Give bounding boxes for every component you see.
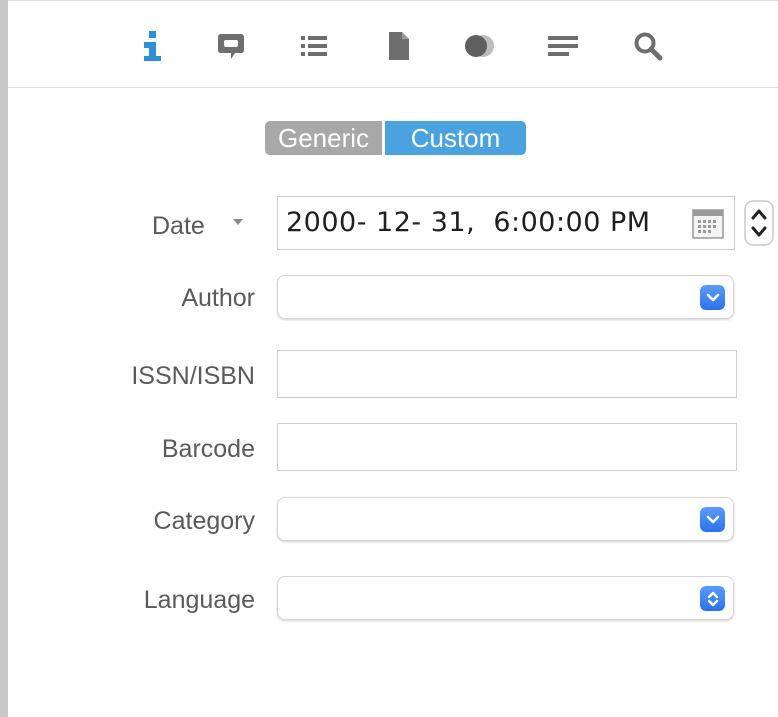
calendar-icon[interactable] bbox=[692, 209, 724, 239]
category-label: Category bbox=[153, 507, 255, 535]
issn-isbn-label: ISSN/ISBN bbox=[131, 362, 255, 390]
author-label: Author bbox=[181, 284, 255, 312]
barcode-field[interactable] bbox=[277, 423, 737, 471]
generic-custom-segmented-control: Generic Custom bbox=[265, 121, 526, 155]
chevron-down-icon[interactable] bbox=[700, 507, 725, 532]
text-lines-icon[interactable] bbox=[543, 23, 583, 69]
language-popup[interactable] bbox=[277, 576, 734, 620]
language-label: Language bbox=[143, 586, 255, 614]
date-type-dropdown-icon[interactable] bbox=[233, 219, 243, 225]
inspector-toolbar bbox=[8, 1, 778, 88]
issn-isbn-field[interactable] bbox=[277, 350, 737, 398]
chevron-down-icon[interactable] bbox=[700, 285, 725, 310]
date-value[interactable]: 2000- 12- 31, 6:00:00 PM bbox=[286, 207, 651, 238]
barcode-input[interactable] bbox=[278, 424, 736, 470]
category-popup[interactable] bbox=[277, 497, 734, 541]
window-edge bbox=[0, 0, 8, 717]
chevron-up-down-icon[interactable] bbox=[700, 586, 725, 611]
info-icon[interactable] bbox=[132, 23, 172, 69]
barcode-label: Barcode bbox=[161, 435, 255, 463]
author-popup[interactable] bbox=[277, 275, 734, 319]
date-stepper[interactable] bbox=[744, 200, 774, 246]
date-picker-field[interactable]: 2000- 12- 31, 6:00:00 PM bbox=[277, 196, 735, 250]
issn-isbn-input[interactable] bbox=[278, 351, 736, 397]
date-label: Date bbox=[152, 212, 205, 240]
search-icon[interactable] bbox=[628, 23, 668, 69]
comment-icon[interactable] bbox=[211, 23, 251, 69]
generic-segment-button[interactable]: Generic bbox=[265, 121, 382, 155]
custom-segment-button[interactable]: Custom bbox=[385, 121, 526, 155]
color-icon[interactable] bbox=[460, 23, 500, 69]
document-icon[interactable] bbox=[379, 23, 419, 69]
list-icon[interactable] bbox=[294, 23, 334, 69]
